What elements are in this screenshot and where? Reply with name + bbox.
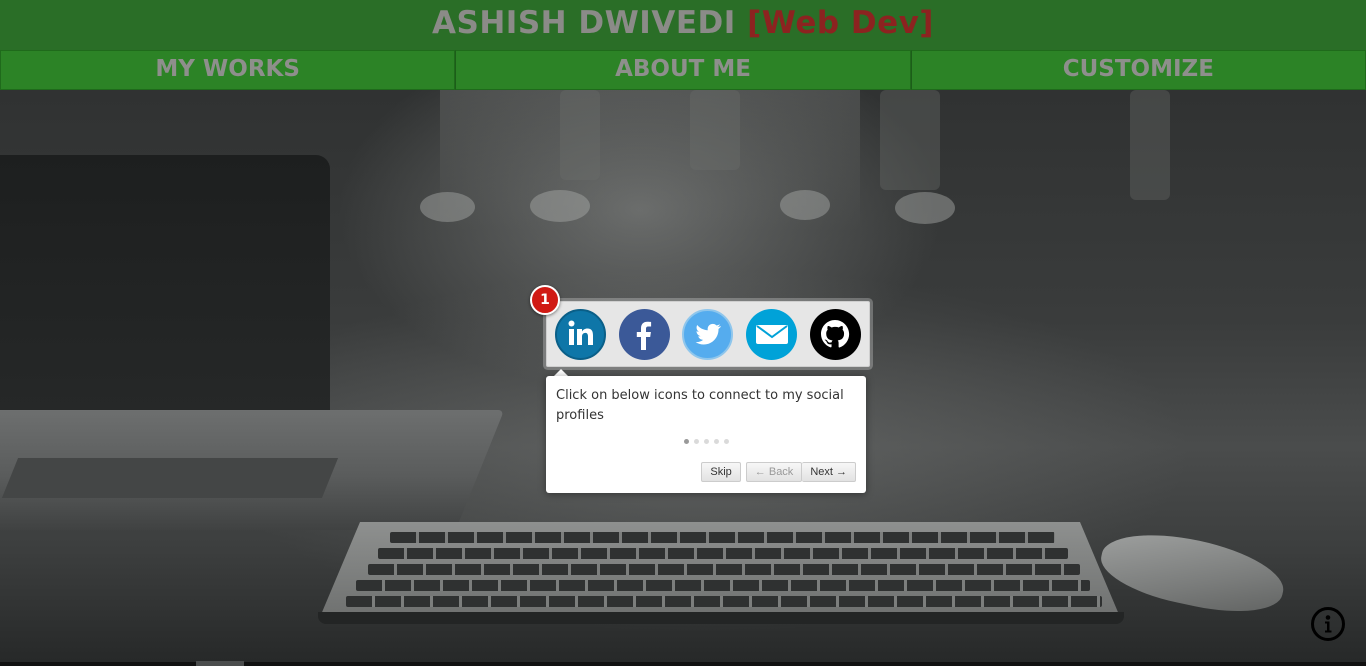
keyboard-row (356, 580, 1090, 591)
background-keyboard (320, 522, 1120, 617)
linkedin-glyph (568, 320, 593, 345)
tour-bullet[interactable] (683, 439, 689, 444)
nav-item-about-me[interactable]: ABOUT ME (455, 50, 911, 90)
twitter-icon[interactable] (682, 308, 734, 360)
tour-nav-buttons: ← Back Next → (745, 462, 856, 482)
nav-item-my-works[interactable]: MY WORKS (0, 50, 456, 90)
scroll-indicator[interactable] (196, 661, 244, 666)
tour-step-badge: 1 (530, 285, 560, 315)
keyboard-row (390, 532, 1055, 543)
background-laptop-keys (1, 458, 339, 498)
owner-name: ASHISH DWIVEDI (432, 5, 736, 41)
tour-bullet[interactable] (703, 439, 709, 444)
octocat-glyph (821, 320, 850, 348)
envelope-glyph (755, 325, 788, 344)
keyboard-row (378, 548, 1068, 559)
facebook-glyph (637, 321, 652, 350)
site-title: ASHISH DWIVEDI [Web Dev] (0, 0, 1366, 46)
site-header: ASHISH DWIVEDI [Web Dev] (0, 0, 1366, 51)
info-icon[interactable] (1311, 607, 1345, 641)
linkedin-icon[interactable] (555, 308, 607, 360)
tour-bullet[interactable] (693, 439, 699, 444)
background-bottle (880, 90, 940, 190)
keyboard-row (346, 596, 1102, 607)
tour-bullet[interactable] (713, 439, 719, 444)
tour-buttons: Skip ← Back Next → (701, 462, 856, 482)
background-jar (420, 192, 475, 222)
tour-bullet[interactable] (723, 439, 729, 444)
info-glyph (1325, 615, 1332, 633)
background-bottle (690, 90, 740, 170)
background-bottle (560, 90, 600, 180)
owner-role: [Web Dev] (747, 5, 934, 41)
twitter-glyph (695, 323, 721, 345)
nav-item-customize[interactable]: CUSTOMIZE (910, 50, 1366, 90)
background-bottle (1130, 90, 1170, 200)
background-jar (780, 190, 830, 220)
tour-tooltip-text: Click on below icons to connect to my so… (556, 388, 844, 423)
facebook-icon[interactable] (618, 308, 670, 360)
tour-step-bullets (546, 439, 866, 444)
email-icon[interactable] (746, 308, 798, 360)
tour-back-button[interactable]: ← Back (745, 462, 803, 482)
background-keyboard-edge (318, 612, 1124, 624)
tour-next-button[interactable]: Next → (802, 462, 856, 482)
tour-skip-button[interactable]: Skip (701, 462, 741, 482)
background-jar (530, 190, 590, 222)
background-jar (895, 192, 955, 224)
tour-tooltip: Click on below icons to connect to my so… (546, 376, 866, 493)
github-icon[interactable] (809, 308, 861, 360)
main-nav: MY WORKS ABOUT ME CUSTOMIZE (0, 50, 1366, 90)
social-icons-bar (546, 301, 870, 367)
background-mouse (1095, 521, 1290, 624)
keyboard-row (368, 564, 1080, 575)
